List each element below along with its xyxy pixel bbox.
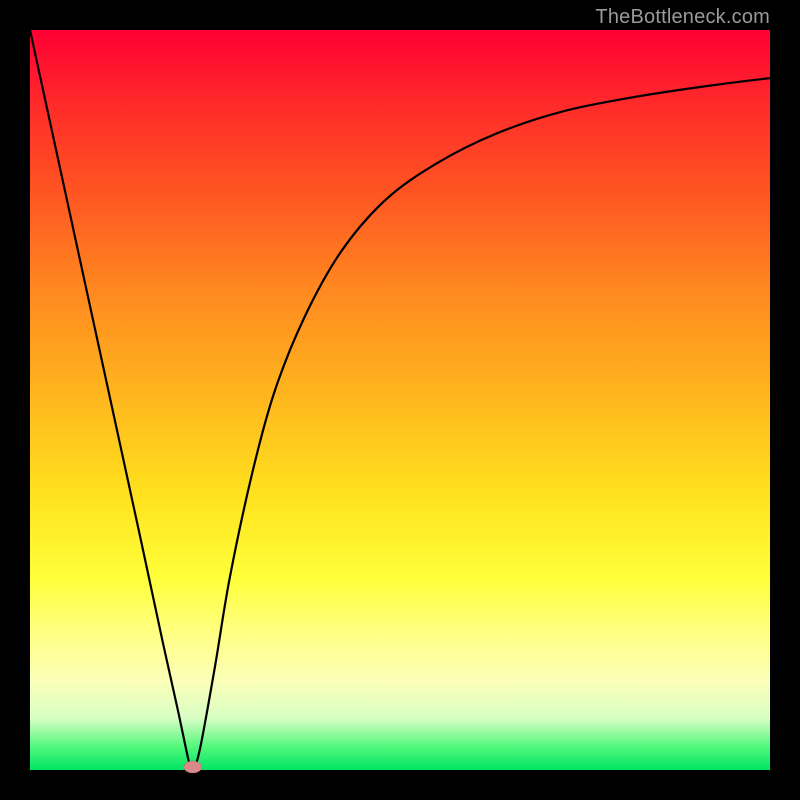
chart-frame: TheBottleneck.com	[0, 0, 800, 800]
optimal-marker	[184, 761, 202, 773]
source-link[interactable]: TheBottleneck.com	[595, 6, 770, 29]
plot-area	[30, 30, 770, 770]
curve-layer	[30, 30, 770, 770]
bottleneck-curve	[30, 30, 770, 771]
